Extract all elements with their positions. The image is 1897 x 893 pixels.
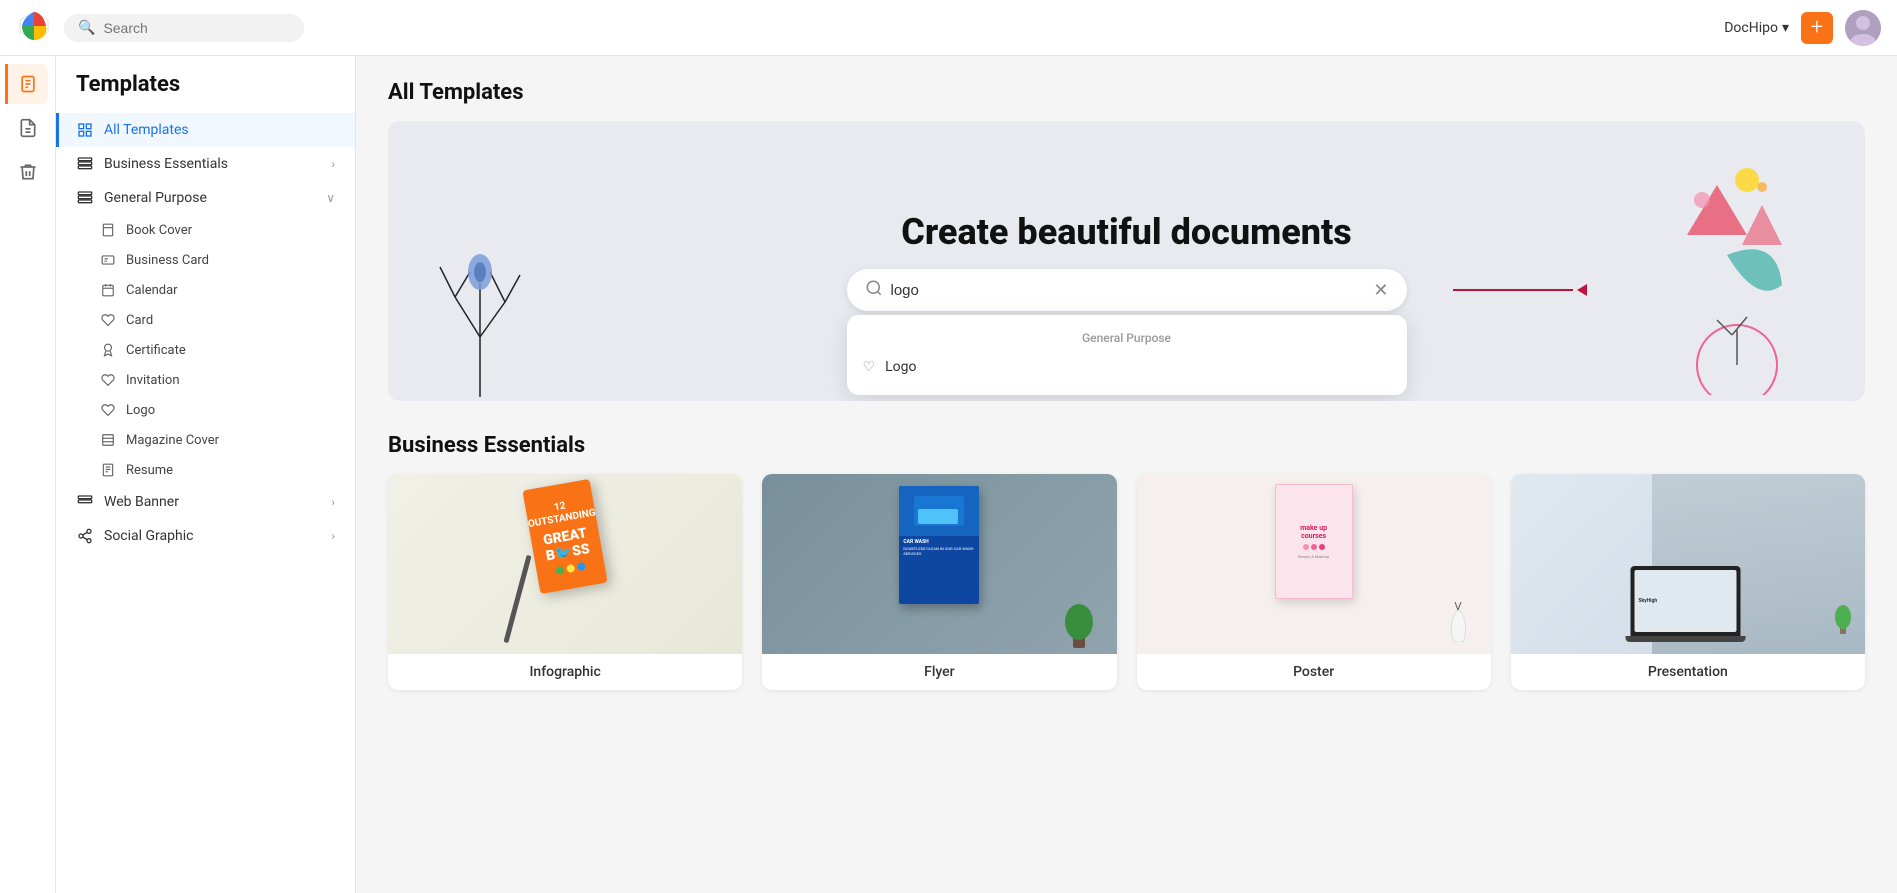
web-banner-icon [76, 493, 94, 511]
template-card-poster[interactable]: make upcourses Beauty & Makeup [1137, 474, 1491, 690]
search-icon: 🔍 [78, 20, 95, 36]
sidebar-item-general-purpose[interactable]: General Purpose ∨ [56, 181, 355, 215]
hero-center: Create beautiful documents ✕ [847, 211, 1407, 311]
sidebar-item-all-templates[interactable]: All Templates [56, 113, 355, 147]
sidebar-item-resume[interactable]: Resume [56, 455, 355, 485]
book-cover-label: Book Cover [126, 223, 192, 238]
business-section-title: Business Essentials [388, 433, 1865, 458]
card-image-poster: make upcourses Beauty & Makeup [1137, 474, 1491, 654]
magazine-icon [100, 432, 116, 448]
hero-title: Create beautiful documents [847, 211, 1407, 253]
sidebar-item-invitation[interactable]: Invitation [56, 365, 355, 395]
logo-label: Logo [126, 403, 155, 418]
invitation-icon [100, 372, 116, 388]
hero-search-box: ✕ General Purpose ♡ Logo [847, 269, 1407, 311]
sidebar-icon-trash[interactable] [8, 152, 48, 192]
app-logo[interactable] [16, 8, 52, 48]
sidebar-item-card[interactable]: Card [56, 305, 355, 335]
card-icon [100, 312, 116, 328]
calendar-icon [100, 282, 116, 298]
template-cards-grid: 12OUTSTANDING GREATB🐦SS Infographic [388, 474, 1865, 690]
card-image-infographic: 12OUTSTANDING GREATB🐦SS [388, 474, 742, 654]
chevron-down-icon: ∨ [326, 191, 335, 205]
hero-banner: Create beautiful documents ✕ [388, 121, 1865, 401]
chevron-right-icon-2: › [331, 495, 335, 509]
hero-decoration-right [1637, 145, 1817, 399]
dropdown-item-logo[interactable]: ♡ Logo [847, 351, 1407, 383]
business-card-label: Business Card [126, 253, 209, 268]
arrow-annotation [1453, 284, 1587, 296]
heart-icon: ♡ [863, 359, 876, 375]
card-image-presentation: SkyHigh [1511, 474, 1865, 654]
template-card-flyer[interactable]: CAR WASH DOUBTLESS CLEAN IN OUR CAR WASH… [762, 474, 1116, 690]
chevron-right-icon: › [331, 157, 335, 171]
card-label: Card [126, 313, 153, 328]
hero-decoration-left [420, 197, 540, 401]
card-image-flyer: CAR WASH DOUBTLESS CLEAN IN OUR CAR WASH… [762, 474, 1116, 654]
invitation-label: Invitation [126, 373, 180, 388]
sidebar-item-magazine-cover[interactable]: Magazine Cover [56, 425, 355, 455]
social-graphic-label: Social Graphic [104, 528, 193, 544]
sidebar-icon-document[interactable] [5, 64, 48, 104]
web-banner-label: Web Banner [104, 494, 179, 510]
top-search-bar[interactable]: 🔍 [64, 14, 304, 42]
social-graphic-icon [76, 527, 94, 545]
general-purpose-icon [76, 189, 94, 207]
sidebar-item-book-cover[interactable]: Book Cover [56, 215, 355, 245]
chevron-down-icon: ▾ [1782, 20, 1789, 36]
sidebar-item-business-essentials[interactable]: Business Essentials › [56, 147, 355, 181]
general-purpose-label: General Purpose [104, 190, 207, 206]
business-card-icon [100, 252, 116, 268]
dochipo-text: DocHipo [1724, 20, 1778, 36]
certificate-label: Certificate [126, 343, 186, 358]
user-avatar[interactable] [1845, 10, 1881, 46]
calendar-label: Calendar [126, 283, 178, 298]
sidebar-item-calendar[interactable]: Calendar [56, 275, 355, 305]
resume-label: Resume [126, 463, 173, 478]
dochipo-menu[interactable]: DocHipo ▾ [1724, 20, 1789, 36]
hero-search-icon [865, 279, 883, 301]
icon-sidebar [0, 56, 56, 893]
top-nav: 🔍 DocHipo ▾ + [0, 0, 1897, 56]
resume-icon [100, 462, 116, 478]
card-label-flyer: Flyer [762, 654, 1116, 690]
template-card-presentation[interactable]: SkyHigh Presentation [1511, 474, 1865, 690]
sidebar-item-web-banner[interactable]: Web Banner › [56, 485, 355, 519]
left-sidebar: Templates All Templates Business Essenti… [56, 56, 356, 893]
business-essentials-icon [76, 155, 94, 173]
business-essentials-label: Business Essentials [104, 156, 228, 172]
dropdown-category: General Purpose [847, 327, 1407, 351]
sidebar-item-social-graphic[interactable]: Social Graphic › [56, 519, 355, 553]
card-label-poster: Poster [1137, 654, 1491, 690]
book-cover-icon [100, 222, 116, 238]
sidebar-item-logo[interactable]: Logo [56, 395, 355, 425]
nav-right: DocHipo ▾ + [1724, 10, 1881, 46]
sidebar-item-certificate[interactable]: Certificate [56, 335, 355, 365]
clear-search-button[interactable]: ✕ [1373, 280, 1388, 301]
magazine-cover-label: Magazine Cover [126, 433, 219, 448]
template-card-infographic[interactable]: 12OUTSTANDING GREATB🐦SS Infographic [388, 474, 742, 690]
search-dropdown: General Purpose ♡ Logo [847, 315, 1407, 395]
card-label-infographic: Infographic [388, 654, 742, 690]
hero-search-input[interactable] [891, 282, 1374, 299]
top-search-input[interactable] [103, 20, 290, 36]
new-document-button[interactable]: + [1801, 12, 1833, 44]
logo-icon [100, 402, 116, 418]
dropdown-logo-label: Logo [885, 359, 916, 375]
card-label-presentation: Presentation [1511, 654, 1865, 690]
chevron-right-icon-3: › [331, 529, 335, 543]
sidebar-item-business-card[interactable]: Business Card [56, 245, 355, 275]
certificate-icon [100, 342, 116, 358]
sidebar-title: Templates [56, 72, 355, 113]
all-templates-label: All Templates [104, 122, 189, 138]
main-layout: Templates All Templates Business Essenti… [0, 56, 1897, 893]
page-title: All Templates [388, 80, 1865, 105]
all-templates-icon [76, 121, 94, 139]
main-content: All Templates [356, 56, 1897, 893]
sidebar-icon-file[interactable] [8, 108, 48, 148]
